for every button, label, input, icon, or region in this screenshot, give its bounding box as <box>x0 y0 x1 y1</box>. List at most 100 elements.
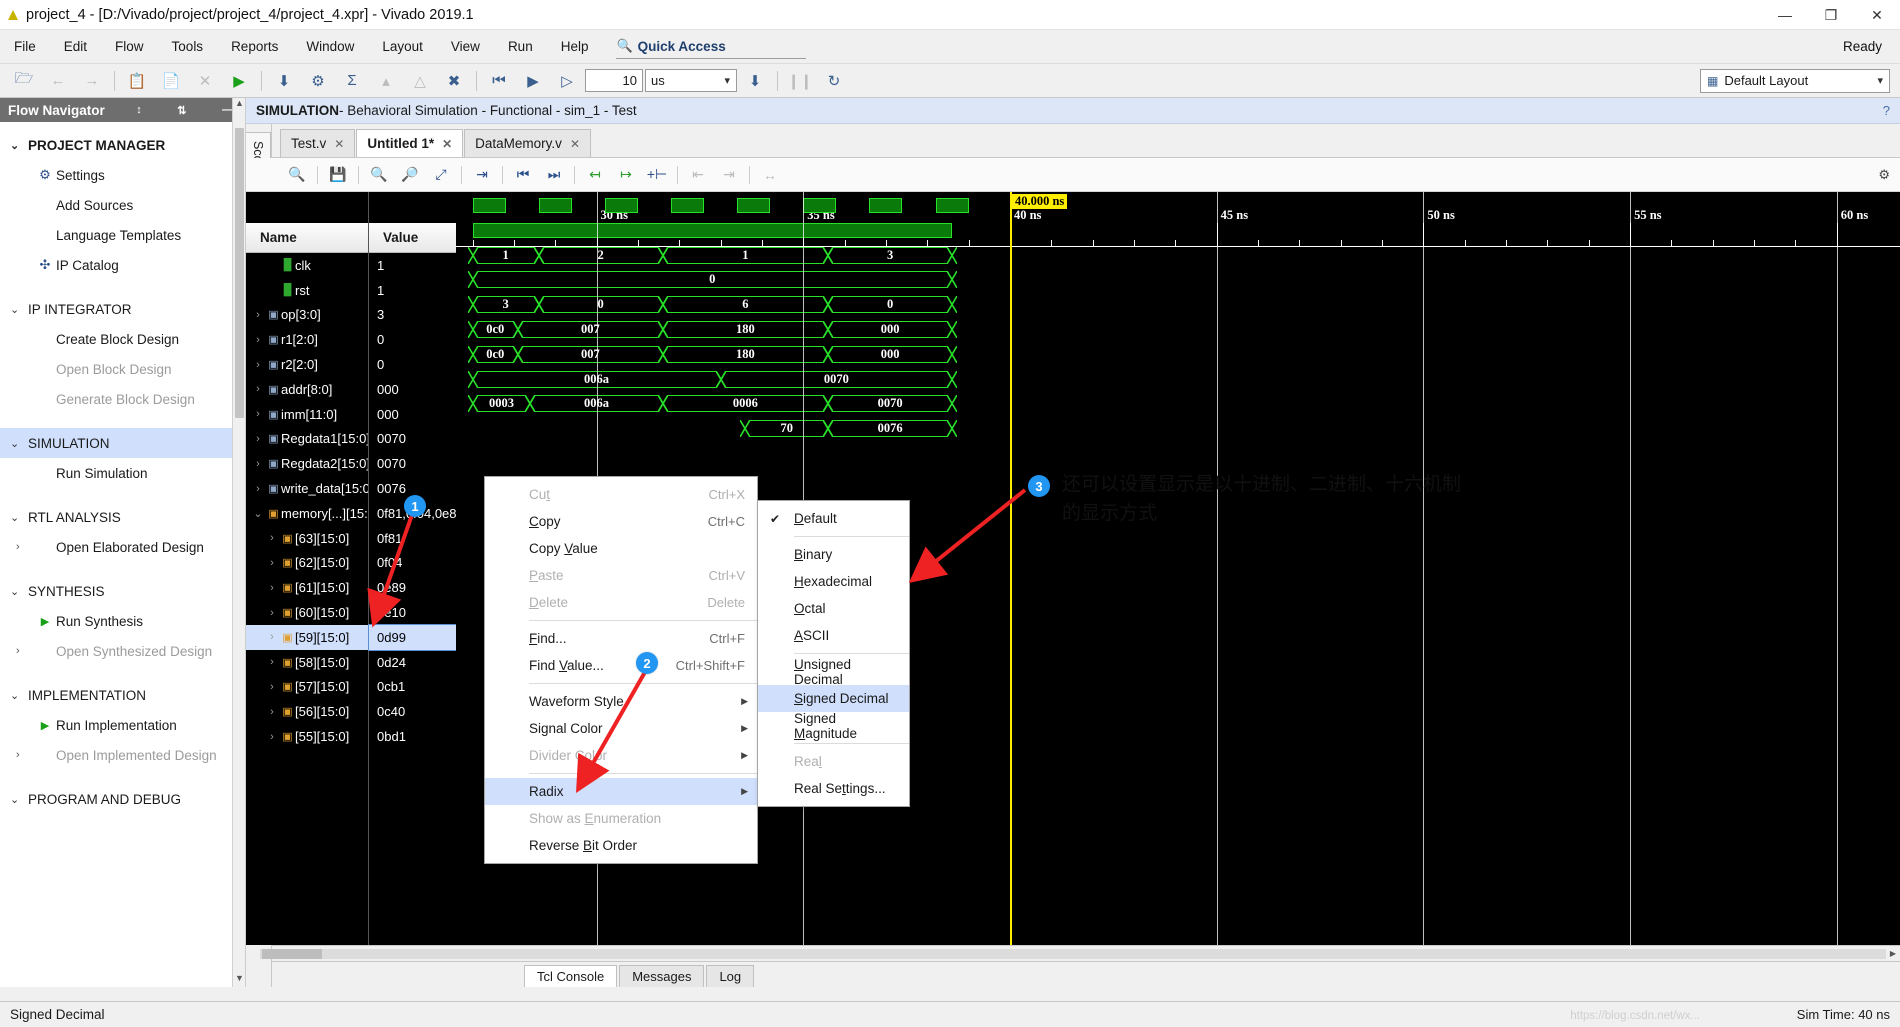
chevron-right-icon[interactable]: › <box>264 706 280 718</box>
context-menu-item-cut[interactable]: Cut Ctrl+X <box>485 481 757 508</box>
cut-wave-icon[interactable]: ✖ <box>438 67 470 95</box>
flow-item-create-block-design[interactable]: Create Block Design <box>0 324 245 354</box>
signal-row[interactable]: › ▣ [63][15:0] <box>246 526 368 551</box>
close-icon[interactable]: ✕ <box>334 137 344 151</box>
relaunch-icon[interactable]: ⬇ <box>739 67 771 95</box>
signal-row[interactable]: › ▣ [57][15:0] <box>246 675 368 700</box>
signal-value-cell[interactable]: 0cb1 <box>369 675 456 700</box>
signal-value-cell[interactable]: 0bd1 <box>369 724 456 749</box>
context-menu-item-find[interactable]: Find... Ctrl+F <box>485 625 757 652</box>
context-menu-item-delete[interactable]: Delete Delete <box>485 589 757 616</box>
open-project-icon[interactable]: 🗁 <box>8 67 40 95</box>
scrollbar-thumb[interactable] <box>235 128 244 418</box>
flow-section-synthesis[interactable]: ⌄ SYNTHESIS <box>0 576 245 606</box>
signal-value-cell[interactable]: 0 <box>369 352 456 377</box>
chevron-right-icon[interactable]: › <box>250 458 266 470</box>
measure-icon[interactable]: ↔ <box>755 162 785 188</box>
zoom-out-icon[interactable]: 🔎 <box>395 162 425 188</box>
maximize-button[interactable]: ❐ <box>1808 0 1854 30</box>
close-icon[interactable]: ✕ <box>570 137 580 151</box>
chevron-right-icon[interactable]: › <box>264 557 280 569</box>
reset-icon[interactable]: ↻ <box>818 67 850 95</box>
signal-row[interactable]: › ▣ [58][15:0] <box>246 650 368 675</box>
context-menu-item-radix[interactable]: Radix ▶ <box>485 778 757 805</box>
context-menu-item-waveform-style[interactable]: Waveform Style ▶ <box>485 688 757 715</box>
flow-section-simulation[interactable]: ⌄ SIMULATION <box>0 428 245 458</box>
signal-value-cell[interactable]: 0d24 <box>369 650 456 675</box>
menu-file[interactable]: File <box>0 35 50 58</box>
signal-value-cell[interactable]: 000 <box>369 402 456 427</box>
chevron-right-icon[interactable]: › <box>250 433 266 445</box>
chevron-right-icon[interactable]: › <box>264 731 280 743</box>
context-menu-item-divider-color[interactable]: Divider Color ▶ <box>485 742 757 769</box>
signal-row[interactable]: › ▣ [56][15:0] <box>246 699 368 724</box>
next-edge-icon[interactable]: ⇥ <box>714 162 744 188</box>
chevron-right-icon[interactable]: › <box>264 631 280 643</box>
menu-help[interactable]: Help <box>547 35 603 58</box>
chevron-right-icon[interactable]: › <box>250 483 266 495</box>
radix-item-default[interactable]: ✔ Default <box>758 505 909 532</box>
menu-window[interactable]: Window <box>292 35 368 58</box>
delete-icon[interactable]: ✕ <box>189 67 221 95</box>
signal-row[interactable]: › ▣ [62][15:0] <box>246 551 368 576</box>
menu-run[interactable]: Run <box>494 35 547 58</box>
chevron-right-icon[interactable]: › <box>250 408 266 420</box>
next-transition-icon[interactable]: ↦ <box>611 162 641 188</box>
signal-row[interactable]: › ▣ [61][15:0] <box>246 575 368 600</box>
signal-value-cell[interactable]: 0d99 <box>368 623 457 651</box>
paste-icon[interactable]: 📄 <box>155 67 187 95</box>
flow-item-run-implementation[interactable]: ▶ Run Implementation <box>0 710 245 740</box>
last-marker-icon[interactable]: ⏭ <box>539 162 569 188</box>
flow-item-add-sources[interactable]: Add Sources <box>0 190 245 220</box>
signal-row[interactable]: ▐▌ rst <box>246 278 368 303</box>
chevron-right-icon[interactable]: › <box>264 656 280 668</box>
menu-view[interactable]: View <box>437 35 494 58</box>
signal-row[interactable]: ▐▌ clk <box>246 253 368 278</box>
chevron-right-icon[interactable]: › <box>264 532 280 544</box>
context-menu-item-copy[interactable]: Copy Ctrl+C <box>485 508 757 535</box>
report-icon[interactable]: ▴ <box>370 67 402 95</box>
context-menu-item-reverse-bit-order[interactable]: Reverse Bit Order <box>485 832 757 859</box>
flow-item-run-simulation[interactable]: Run Simulation <box>0 458 245 488</box>
flow-item-open-block-design[interactable]: Open Block Design <box>0 354 245 384</box>
context-menu[interactable]: Cut Ctrl+X Copy Ctrl+C Copy Value Paste Ctrl+V… <box>484 476 758 864</box>
menu-reports[interactable]: Reports <box>217 35 292 58</box>
minimize-button[interactable]: — <box>1762 0 1808 30</box>
context-menu-item-paste[interactable]: Paste Ctrl+V <box>485 562 757 589</box>
context-menu-item-copy-value[interactable]: Copy Value <box>485 535 757 562</box>
context-menu-item-find-value[interactable]: Find Value... Ctrl+Shift+F <box>485 652 757 679</box>
radix-item-unsigned-decimal[interactable]: Unsigned Decimal <box>758 657 909 687</box>
radix-item-signed-decimal[interactable]: Signed Decimal <box>758 685 909 712</box>
prev-transition-icon[interactable]: ↤ <box>580 162 610 188</box>
chevron-right-icon[interactable]: › <box>264 607 280 619</box>
editor-tab-untitled-1-[interactable]: Untitled 1* ✕ <box>356 129 464 157</box>
chevron-right-icon[interactable]: › <box>250 334 266 346</box>
menu-flow[interactable]: Flow <box>101 35 158 58</box>
signal-value-cell[interactable]: 3 <box>369 303 456 328</box>
signal-row[interactable]: › ▣ Regdata1[15:0] <box>246 427 370 452</box>
signal-row[interactable]: › ▣ op[3:0] <box>246 303 368 328</box>
signal-row[interactable]: › ▣ imm[11:0] <box>246 402 368 427</box>
zoom-fit-icon[interactable]: ⤢ <box>426 162 456 188</box>
chevron-right-icon[interactable]: › <box>264 681 280 693</box>
redo-icon[interactable]: → <box>76 67 108 95</box>
close-button[interactable]: ✕ <box>1854 0 1900 30</box>
signal-row[interactable]: › ▣ addr[8:0] <box>246 377 368 402</box>
signal-value-cell[interactable]: 0e10 <box>369 600 456 625</box>
flow-section-project-manager[interactable]: ⌄ PROJECT MANAGER <box>0 130 245 160</box>
radix-item-hexadecimal[interactable]: Hexadecimal <box>758 568 909 595</box>
chevron-right-icon[interactable]: › <box>264 582 280 594</box>
signal-row[interactable]: › ▣ r1[2:0] <box>246 327 368 352</box>
settings-gear-icon[interactable]: ⚙ <box>302 67 334 95</box>
radix-submenu[interactable]: ✔ Default Binary Hexadecimal Octal ASCII Unsig… <box>757 500 910 807</box>
scroll-up-icon[interactable]: ▲ <box>233 98 246 112</box>
signal-row[interactable]: › ▣ [55][15:0] <box>246 724 368 749</box>
chevron-down-icon[interactable]: ⌄ <box>250 507 266 520</box>
collapse-all-icon[interactable]: ↕ <box>132 104 146 116</box>
copy-icon[interactable]: 📋 <box>121 67 153 95</box>
signal-row[interactable]: › ▣ write_data[15:0] <box>246 476 373 501</box>
flow-item-open-synthesized-design[interactable]: › Open Synthesized Design <box>0 636 245 666</box>
signal-value-cell[interactable]: 0f04 <box>369 551 456 576</box>
console-tab-tcl-console[interactable]: Tcl Console <box>524 965 618 987</box>
sim-time-input[interactable]: 10 <box>585 69 643 92</box>
